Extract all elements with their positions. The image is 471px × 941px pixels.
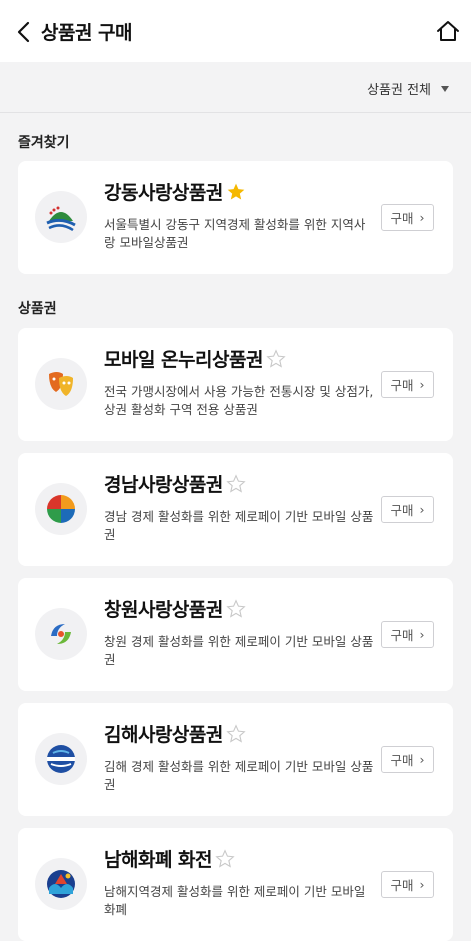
voucher-title: 강동사랑상품권 — [104, 178, 246, 205]
top-bar: 상품권 구매 — [0, 0, 471, 62]
voucher-title: 김해사랑상품권 — [104, 720, 246, 747]
caret-down-icon — [441, 85, 449, 92]
voucher-title-text: 모바일 온누리상품권 — [104, 349, 263, 371]
home-icon[interactable] — [436, 19, 460, 43]
page-title: 상품권 구매 — [41, 22, 133, 44]
voucher-card-namhae[interactable]: 남해화폐 화전 남해지역경제 활성화를 위한 제로페이 기반 모바일 화폐 구매… — [18, 828, 453, 941]
voucher-card-gyeongnam[interactable]: 경남사랑상품권 경남 경제 활성화를 위한 제로페이 기반 모바일 상품권 구매… — [18, 453, 453, 566]
chevron-right-icon: › — [419, 210, 425, 225]
buy-button[interactable]: 구매 › — [381, 746, 434, 773]
voucher-description: 김해 경제 활성화를 위한 제로페이 기반 모바일 상품권 — [104, 759, 374, 792]
buy-label: 구매 — [390, 378, 414, 393]
voucher-title: 창원사랑상품권 — [104, 595, 246, 622]
divider — [0, 112, 471, 113]
voucher-title-text: 강동사랑상품권 — [104, 182, 223, 204]
star-outline-icon[interactable] — [226, 723, 246, 744]
gangdong-logo — [35, 191, 87, 243]
buy-label: 구매 — [390, 753, 414, 768]
buy-button[interactable]: 구매 › — [381, 496, 434, 523]
voucher-title-text: 김해사랑상품권 — [104, 724, 223, 746]
voucher-description: 전국 가맹시장에서 사용 가능한 전통시장 및 상점가, 상권 활성화 구역 전… — [104, 384, 374, 417]
buy-button[interactable]: 구매 › — [381, 204, 434, 231]
buy-button[interactable]: 구매 › — [381, 871, 434, 898]
favorites-section-title: 즐겨찾기 — [18, 135, 70, 151]
chevron-right-icon: › — [419, 377, 425, 392]
buy-label: 구매 — [390, 211, 414, 226]
buy-label: 구매 — [390, 878, 414, 893]
voucher-filter-dropdown[interactable]: 상품권 전체 — [367, 79, 449, 98]
star-outline-icon[interactable] — [266, 348, 286, 369]
gyeongnam-logo — [35, 483, 87, 535]
star-outline-icon[interactable] — [226, 598, 246, 619]
star-filled-icon[interactable] — [226, 182, 246, 202]
voucher-description: 창원 경제 활성화를 위한 제로페이 기반 모바일 상품권 — [104, 634, 374, 667]
back-arrow-icon[interactable] — [14, 20, 34, 44]
voucher-description: 남해지역경제 활성화를 위한 제로페이 기반 모바일 화폐 — [104, 884, 366, 917]
filter-label: 상품권 전체 — [367, 83, 431, 98]
onnuri-logo — [35, 358, 87, 410]
buy-label: 구매 — [390, 628, 414, 643]
voucher-title-text: 경남사랑상품권 — [104, 474, 223, 496]
chevron-right-icon: › — [419, 627, 425, 642]
voucher-title: 모바일 온누리상품권 — [104, 345, 286, 372]
namhae-logo — [35, 858, 87, 910]
chevron-right-icon: › — [419, 502, 425, 517]
voucher-title: 경남사랑상품권 — [104, 470, 246, 497]
voucher-description: 서울특별시 강동구 지역경제 활성화를 위한 지역사랑 모바일상품권 — [104, 217, 366, 250]
star-outline-icon[interactable] — [226, 473, 246, 494]
voucher-title-text: 남해화폐 화전 — [104, 849, 213, 871]
buy-label: 구매 — [390, 503, 414, 518]
voucher-card-onnuri[interactable]: 모바일 온누리상품권 전국 가맹시장에서 사용 가능한 전통시장 및 상점가, … — [18, 328, 453, 441]
chevron-right-icon: › — [419, 877, 425, 892]
changwon-logo — [35, 608, 87, 660]
star-outline-icon[interactable] — [215, 848, 235, 869]
chevron-right-icon: › — [419, 752, 425, 767]
voucher-card-gangdong[interactable]: 강동사랑상품권 서울특별시 강동구 지역경제 활성화를 위한 지역사랑 모바일상… — [18, 161, 453, 274]
voucher-title: 남해화폐 화전 — [104, 845, 235, 872]
buy-button[interactable]: 구매 › — [381, 371, 434, 398]
voucher-description: 경남 경제 활성화를 위한 제로페이 기반 모바일 상품권 — [104, 509, 374, 542]
voucher-card-gimhae[interactable]: 김해사랑상품권 김해 경제 활성화를 위한 제로페이 기반 모바일 상품권 구매… — [18, 703, 453, 816]
buy-button[interactable]: 구매 › — [381, 621, 434, 648]
voucher-title-text: 창원사랑상품권 — [104, 599, 223, 621]
voucher-card-changwon[interactable]: 창원사랑상품권 창원 경제 활성화를 위한 제로페이 기반 모바일 상품권 구매… — [18, 578, 453, 691]
vouchers-section-title: 상품권 — [18, 301, 57, 317]
gimhae-logo — [35, 733, 87, 785]
